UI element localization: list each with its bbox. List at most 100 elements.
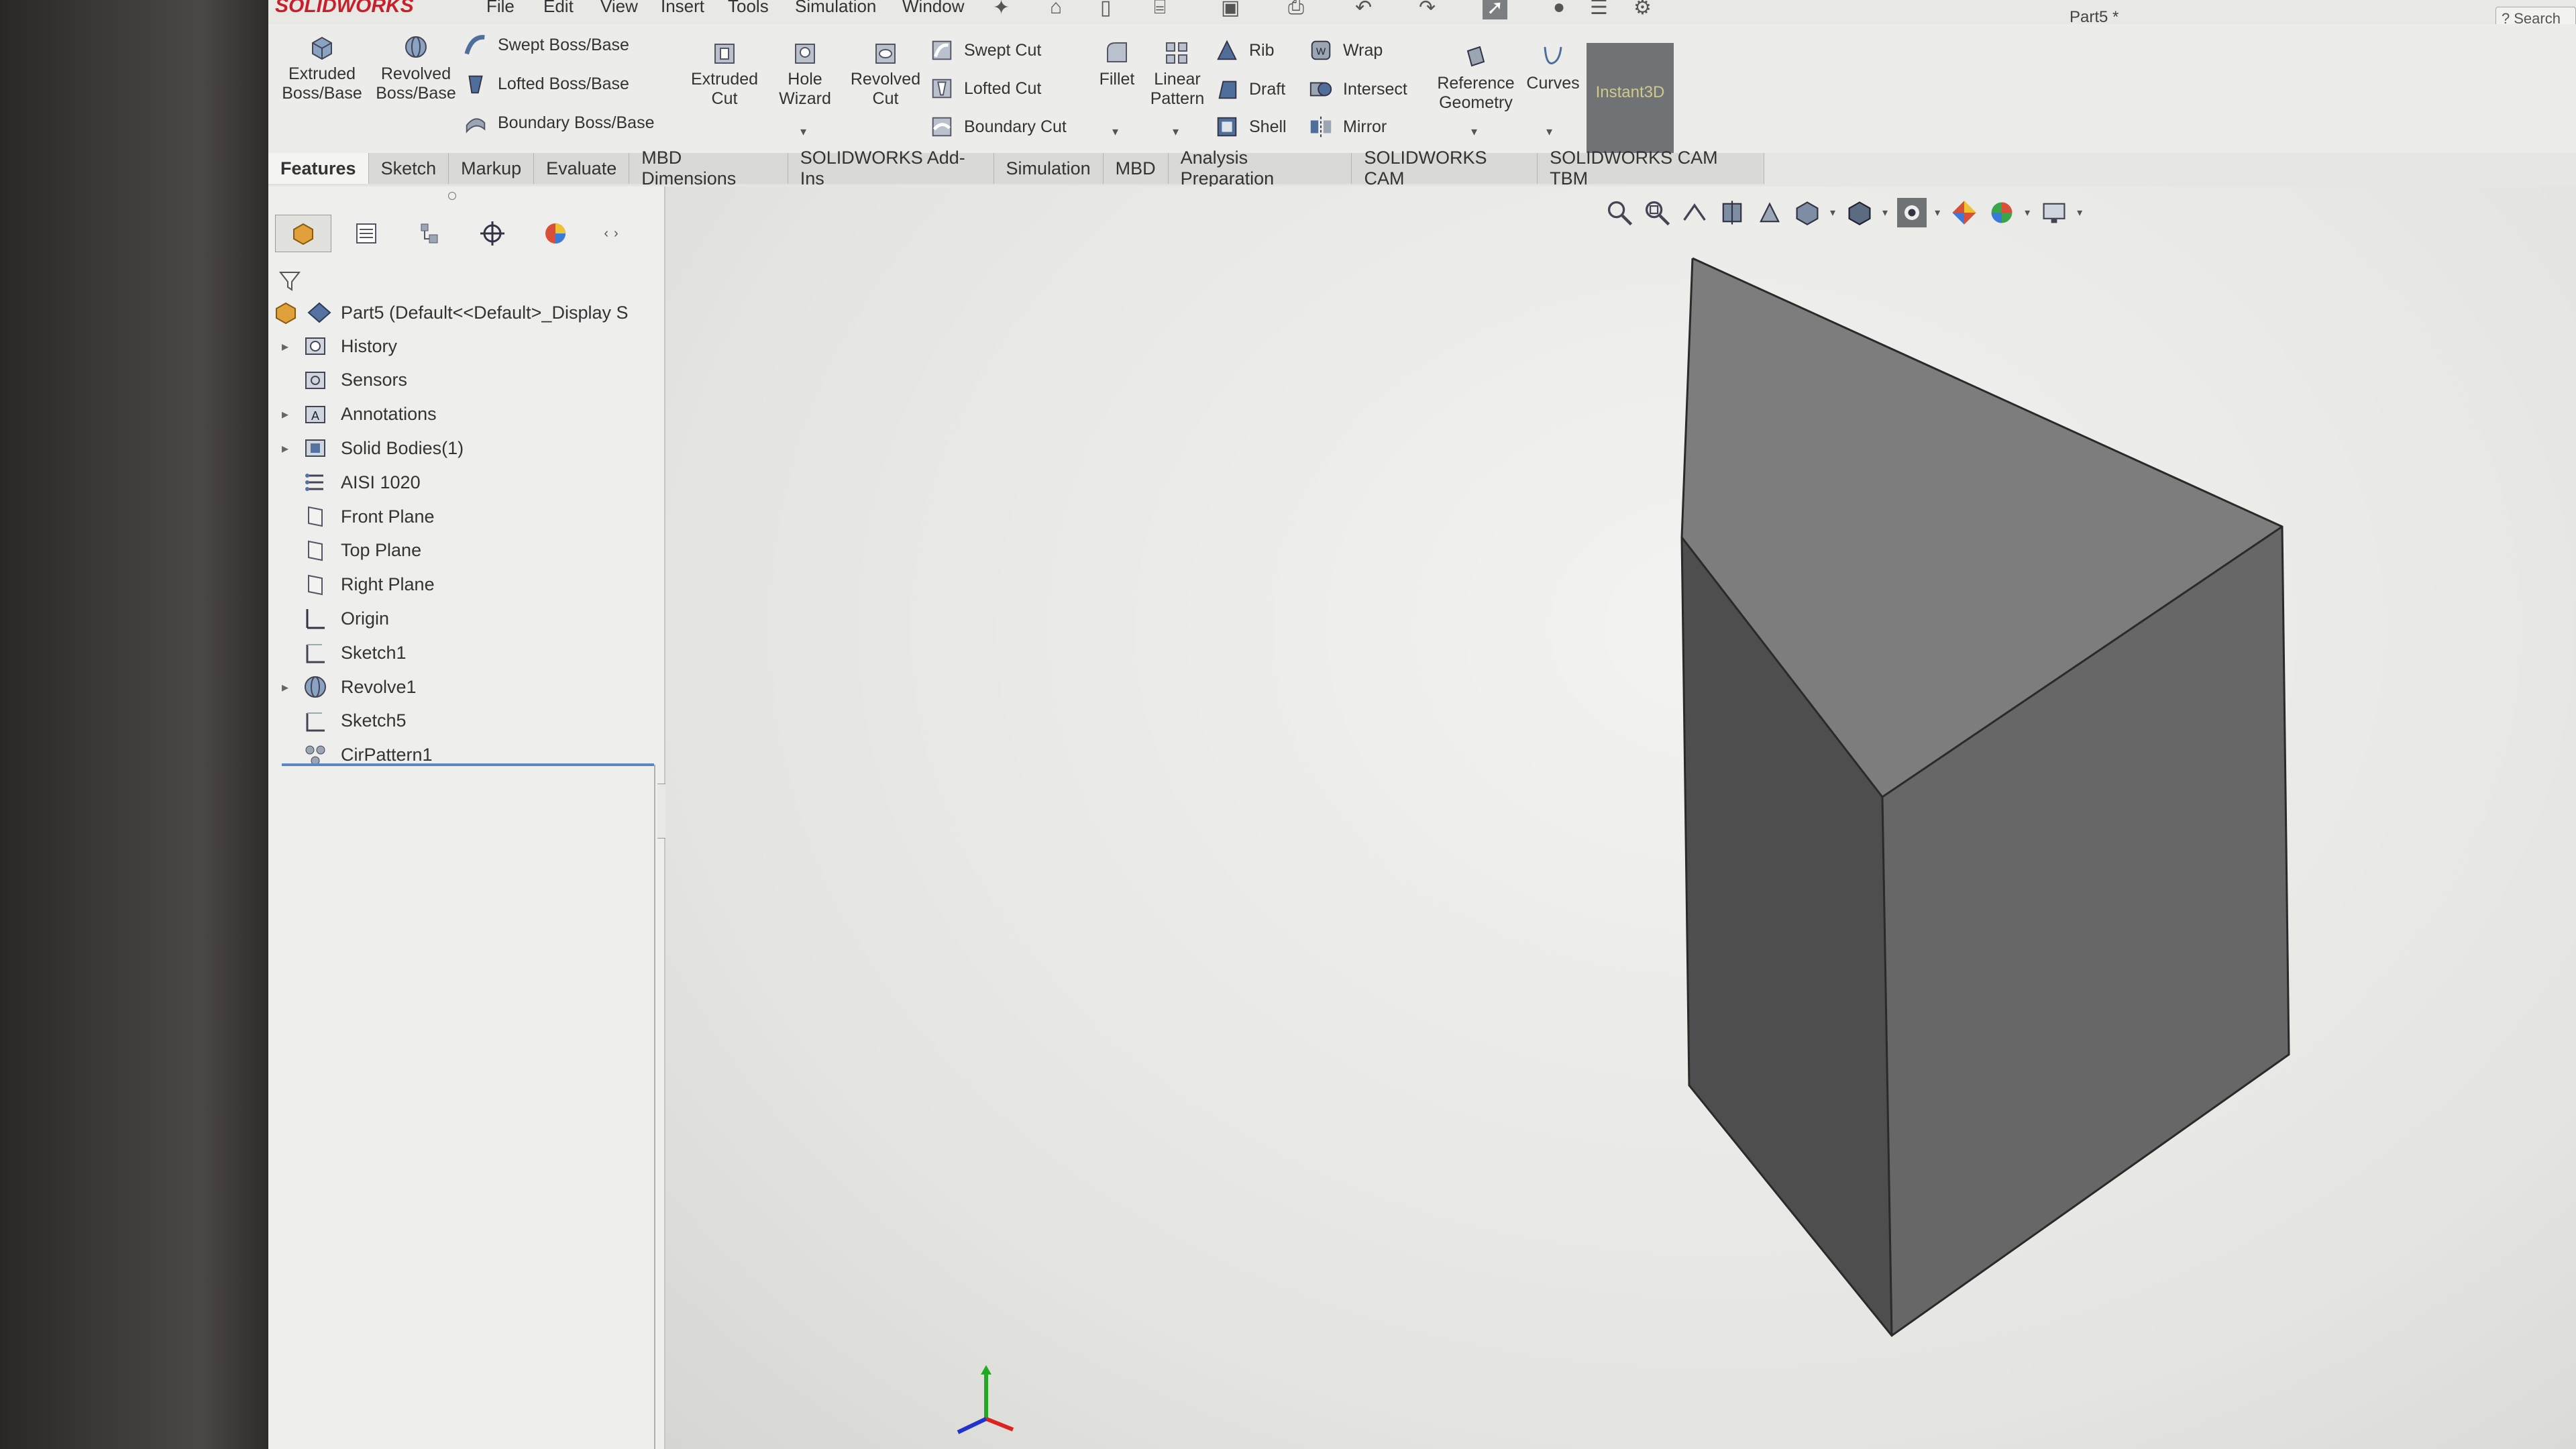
file-properties-icon[interactable]: ☰ [1590,0,1608,19]
tab-analysis-preparation[interactable]: Analysis Preparation [1168,148,1352,189]
swept-cut-button[interactable]: Swept Cut [929,38,1041,63]
chevron-left-icon[interactable]: ‹ [604,226,608,241]
wrap-label: Wrap [1343,40,1383,60]
tree-item[interactable]: Sketch1 [282,637,407,669]
new-document-icon[interactable]: ▯ [1100,0,1112,19]
save-icon[interactable]: ▣ [1221,0,1240,19]
swept-boss-button[interactable]: Swept Boss/Base [463,32,629,58]
tab-sketch[interactable]: Sketch [368,153,449,184]
filter-icon[interactable] [276,267,303,294]
tab-simulation[interactable]: Simulation [994,153,1104,184]
traffic-light-icon[interactable]: ● [1553,0,1565,19]
home-icon[interactable]: ⌂ [1050,0,1062,19]
featuremanager-icon-bar: ‹ › [275,213,651,254]
tab-mbd[interactable]: MBD [1103,153,1169,184]
draft-button[interactable]: Draft [1214,76,1285,102]
menu-view[interactable]: View [600,0,638,17]
boundary-boss-button[interactable]: Boundary Boss/Base [463,110,654,136]
propertymanager-tab[interactable] [338,215,394,252]
tab-mbd-dimensions[interactable]: MBD Dimensions [629,148,788,189]
hole-wizard-button[interactable]: Hole Wizard [768,39,842,109]
reference-geometry-icon [1466,46,1485,67]
open-icon[interactable]: ⌸ [1154,0,1166,19]
lofted-cut-button[interactable]: Lofted Cut [929,76,1041,101]
tree-item[interactable]: Origin [282,602,389,635]
extruded-boss-button[interactable]: Extruded Boss/Base [282,34,362,103]
menu-bar: SOLIDWORKS File Edit View Insert Tools S… [268,0,2576,31]
tree-item[interactable]: Sketch5 [282,705,407,737]
expand-arrow-icon[interactable]: ▸ [282,679,302,696]
tree-item[interactable]: ▸ History [282,330,397,362]
extruded-cut-label: Extruded Cut [690,70,759,108]
tab-solidworks-cam[interactable]: SOLIDWORKS CAM [1352,148,1538,189]
configurationmanager-tab[interactable] [401,215,458,252]
rib-button[interactable]: Rib [1214,38,1275,63]
intersect-button[interactable]: Intersect [1308,76,1407,102]
select-cursor-icon[interactable]: ➚ [1483,0,1508,19]
hole-wizard-dropdown-icon[interactable]: ▾ [800,125,806,139]
pin-icon[interactable]: ✦ [993,0,1010,19]
panel-collapse-handle[interactable] [448,192,456,200]
menu-simulation[interactable]: Simulation [795,0,876,17]
redo-icon[interactable]: ↷ [1419,0,1436,19]
curves-button[interactable]: Curves [1523,43,1583,93]
menu-tools[interactable]: Tools [728,0,769,17]
revolved-cut-button[interactable]: Revolved Cut [845,39,926,109]
extruded-cut-button[interactable]: Extruded Cut [681,39,768,109]
tree-item[interactable]: ▸ Solid Bodies(1) [282,432,464,464]
print-icon[interactable]: ⎙ [1288,0,1304,19]
sketch-icon [306,644,325,663]
fillet-button[interactable]: Fillet [1093,39,1140,89]
tab-markup[interactable]: Markup [449,153,535,184]
graphics-area[interactable]: ▾ ▾ ▾ ▾ ▾ [665,186,2576,1449]
mirror-button[interactable]: Mirror [1308,114,1387,140]
tab-solidworks-cam-tbm[interactable]: SOLIDWORKS CAM TBM [1538,148,1764,189]
rollback-bar[interactable] [282,763,654,766]
chevron-right-icon[interactable]: › [614,226,619,241]
reference-geometry-dropdown-icon[interactable]: ▾ [1471,125,1477,139]
expand-arrow-icon[interactable]: ▸ [282,338,302,355]
tree-item[interactable]: Front Plane [282,500,435,533]
curves-dropdown-icon[interactable]: ▾ [1546,125,1552,139]
tree-item[interactable]: ▸ A Annotations [282,398,437,431]
tree-item[interactable]: Sensors [282,364,407,396]
menu-edit[interactable]: Edit [543,0,574,17]
dimxpertmanager-tab[interactable] [464,215,521,252]
shell-button[interactable]: Shell [1214,114,1287,140]
displaymanager-tab[interactable] [527,215,584,252]
tab-solidworks-add-ins[interactable]: SOLIDWORKS Add-Ins [788,148,994,189]
plane-icon [308,506,323,527]
menu-insert[interactable]: Insert [661,0,704,17]
linear-pattern-button[interactable]: Linear Pattern [1144,39,1211,109]
reference-geometry-button[interactable]: Reference Geometry [1432,43,1519,113]
menu-file[interactable]: File [486,0,515,17]
revolved-boss-button[interactable]: Revolved Boss/Base [372,34,460,103]
tab-features[interactable]: Features [268,153,369,184]
undo-icon[interactable]: ↶ [1355,0,1372,19]
tree-item[interactable]: CirPattern1 [282,739,433,771]
linear-pattern-dropdown-icon[interactable]: ▾ [1173,125,1179,139]
tree-item-label: Solid Bodies(1) [341,437,464,458]
annotations-icon: A [305,405,325,423]
expand-arrow-icon[interactable]: ▸ [282,406,302,423]
revolved-boss-label: Revolved Boss/Base [376,64,456,103]
intersect-icon [1309,82,1332,97]
tree-item[interactable]: Top Plane [282,535,421,567]
tree-item[interactable]: Right Plane [282,569,435,601]
fillet-dropdown-icon[interactable]: ▾ [1112,125,1118,139]
expand-arrow-icon[interactable]: ▸ [282,440,302,457]
cube-model[interactable] [665,186,2576,1449]
boundary-cut-button[interactable]: Boundary Cut [929,114,1067,140]
instant3d-label: Instant3D [1595,83,1665,101]
tree-item[interactable]: AISI 1020 [282,466,421,498]
options-gear-icon[interactable]: ⚙ [1633,0,1652,19]
lofted-boss-button[interactable]: Lofted Boss/Base [463,71,629,97]
tree-root-part[interactable]: Part5 (Default<<Default>_Display S [272,297,628,329]
tree-item-label: Top Plane [341,540,422,561]
wrap-button[interactable]: W Wrap [1308,38,1383,63]
panel-scroll-arrows[interactable]: ‹ › [590,215,632,252]
featuremanager-tree-tab[interactable] [275,215,331,252]
menu-window[interactable]: Window [902,0,964,17]
tab-evaluate[interactable]: Evaluate [534,153,630,184]
tree-item[interactable]: ▸ Revolve1 [282,671,417,703]
